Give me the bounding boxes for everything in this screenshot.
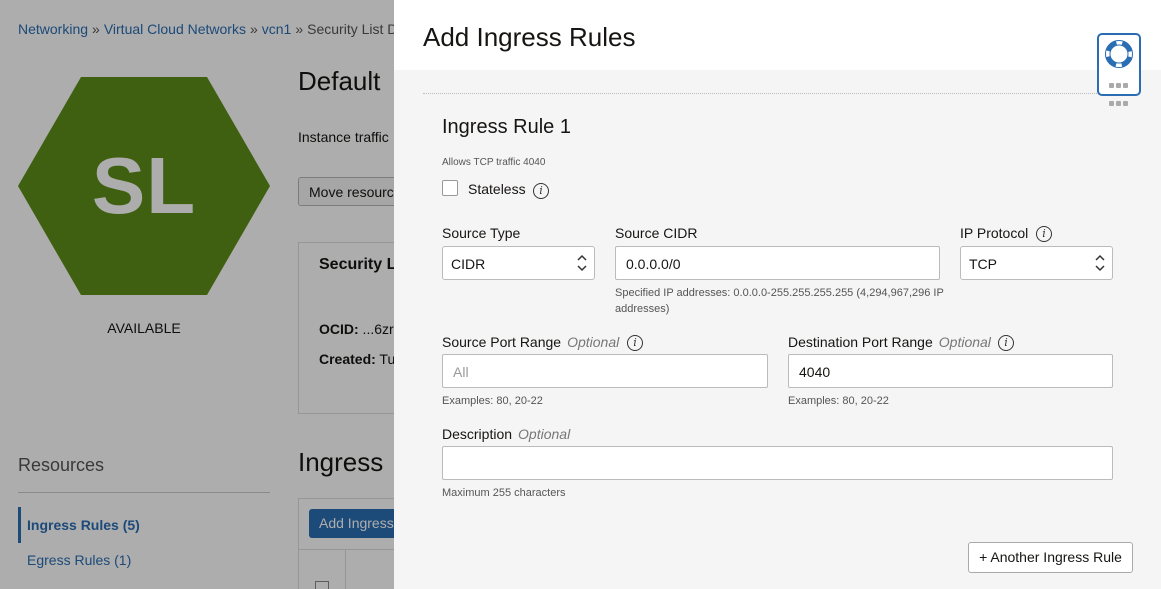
- dest-port-hint: Examples: 80, 20-22: [788, 395, 889, 407]
- help-widget[interactable]: [1097, 33, 1141, 106]
- source-port-input[interactable]: All: [442, 354, 768, 388]
- optional-tag: Optional: [518, 426, 571, 442]
- source-cidr-input[interactable]: 0.0.0.0/0: [615, 246, 940, 280]
- description-label-text: Description: [442, 426, 513, 442]
- info-icon[interactable]: i: [627, 335, 643, 351]
- ip-protocol-select[interactable]: TCP: [960, 246, 1113, 280]
- add-ingress-rules-panel: Add Ingress Rules Ingress Rule 1 Allows …: [394, 0, 1161, 589]
- source-cidr-hint: Specified IP addresses: 0.0.0.0-255.255.…: [615, 287, 944, 315]
- stateless-label: Stateless: [468, 181, 526, 197]
- source-type-value: CIDR: [451, 256, 486, 272]
- description-label: Description Optional: [442, 426, 570, 442]
- ip-protocol-label: IP Protocol: [960, 225, 1029, 241]
- info-icon[interactable]: i: [1036, 226, 1052, 242]
- dest-port-input[interactable]: 4040: [788, 354, 1113, 388]
- description-input[interactable]: [442, 446, 1113, 480]
- description-hint: Maximum 255 characters: [442, 487, 566, 499]
- source-port-label: Source Port Range Optional: [442, 334, 619, 350]
- grip-icon: [1108, 76, 1130, 106]
- source-type-label: Source Type: [442, 225, 521, 241]
- another-ingress-rule-button[interactable]: + Another Ingress Rule: [968, 542, 1133, 573]
- dest-port-label-text: Destination Port Range: [788, 334, 933, 350]
- ip-protocol-value: TCP: [969, 256, 997, 272]
- stateless-checkbox[interactable]: [442, 180, 458, 196]
- panel-divider: [423, 93, 1133, 94]
- source-port-hint: Examples: 80, 20-22: [442, 395, 543, 407]
- source-cidr-label: Source CIDR: [615, 225, 698, 241]
- optional-tag: Optional: [567, 334, 620, 350]
- rule-subtitle: Allows TCP traffic 4040: [442, 157, 546, 168]
- optional-tag: Optional: [938, 334, 991, 350]
- info-icon[interactable]: i: [998, 335, 1014, 351]
- panel-title: Add Ingress Rules: [423, 22, 636, 52]
- info-icon[interactable]: i: [533, 183, 549, 199]
- chevron-updown-icon: [577, 254, 587, 272]
- panel-header: Add Ingress Rules: [394, 0, 1161, 70]
- dest-port-label: Destination Port Range Optional: [788, 334, 991, 350]
- source-type-select[interactable]: CIDR: [442, 246, 595, 280]
- rule-title: Ingress Rule 1: [442, 116, 571, 138]
- chevron-updown-icon: [1095, 254, 1105, 272]
- source-port-label-text: Source Port Range: [442, 334, 562, 350]
- lifering-icon: [1105, 40, 1133, 68]
